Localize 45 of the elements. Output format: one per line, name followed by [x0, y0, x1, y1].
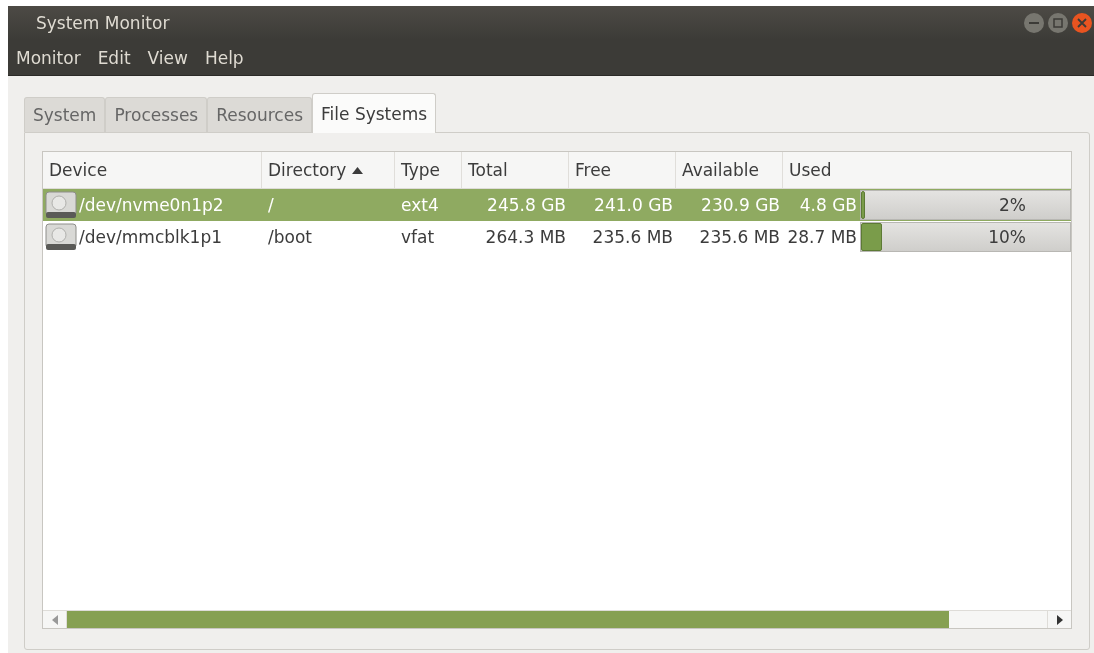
table-cell-text: 4.8 GB	[798, 194, 858, 217]
column-header[interactable]: Available	[676, 152, 783, 188]
menu-item[interactable]: Help	[204, 47, 244, 68]
horizontal-scrollbar[interactable]	[43, 610, 1071, 628]
column-header[interactable]: Free	[569, 152, 676, 188]
table-cell-text: vfat	[400, 226, 436, 249]
menu-item[interactable]: Monitor	[16, 47, 81, 68]
tab[interactable]: System	[24, 97, 106, 132]
device-name: /dev/nvme0n1p2	[79, 195, 224, 215]
usage-percent: 2%	[999, 195, 1026, 215]
column-header[interactable]: Device	[43, 152, 262, 188]
close-button[interactable]	[1072, 13, 1092, 33]
column-header[interactable]: Total	[462, 152, 569, 188]
table-cell-text: /boot	[267, 226, 313, 249]
column-header[interactable]: Directory	[262, 152, 395, 188]
maximize-button[interactable]	[1048, 13, 1068, 33]
tab[interactable]: Processes	[105, 97, 208, 132]
scroll-left-icon[interactable]	[51, 614, 58, 625]
close-icon	[1077, 18, 1087, 28]
window-title: System Monitor	[36, 13, 171, 33]
sort-up-icon	[352, 166, 364, 174]
table-row[interactable]: /dev/nvme0n1p2 / ext4 245.8 GB 241.0 GB 230.9 GB 4.8 GB 2%	[43, 189, 1071, 221]
table-cell-text: 241.0 GB	[593, 194, 674, 217]
device-name: /dev/mmcblk1p1	[79, 227, 222, 247]
tab[interactable]: File Systems	[312, 93, 437, 133]
table-cell-text: 230.9 GB	[700, 194, 781, 217]
column-header[interactable]: Used	[783, 152, 860, 188]
usage-percent: 10%	[988, 227, 1026, 247]
minimize-button[interactable]	[1024, 13, 1044, 33]
square-icon	[1053, 18, 1063, 28]
tab[interactable]: Resources	[207, 97, 313, 132]
scrollbar-thumb[interactable]	[67, 611, 949, 628]
table-cell-text: 235.6 MB	[591, 226, 674, 249]
table-cell-text: 28.7 MB	[786, 226, 858, 249]
table-cell-text: 264.3 MB	[484, 226, 567, 249]
scroll-right-icon[interactable]	[1056, 614, 1063, 625]
column-header[interactable]: Type	[395, 152, 462, 188]
table-cell-text: ext4	[400, 194, 440, 217]
table-cell-text: 235.6 MB	[698, 226, 781, 249]
table-cell-text: 245.8 GB	[486, 194, 567, 217]
minus-icon	[1029, 22, 1039, 24]
table-row[interactable]: /dev/mmcblk1p1 /boot vfat 264.3 MB 235.6 MB 235.6 MB 28.7 MB 10%	[43, 221, 1071, 253]
menu-item[interactable]: Edit	[97, 47, 131, 68]
table-cell-text: /	[267, 194, 275, 217]
menu-item[interactable]: View	[147, 47, 188, 68]
